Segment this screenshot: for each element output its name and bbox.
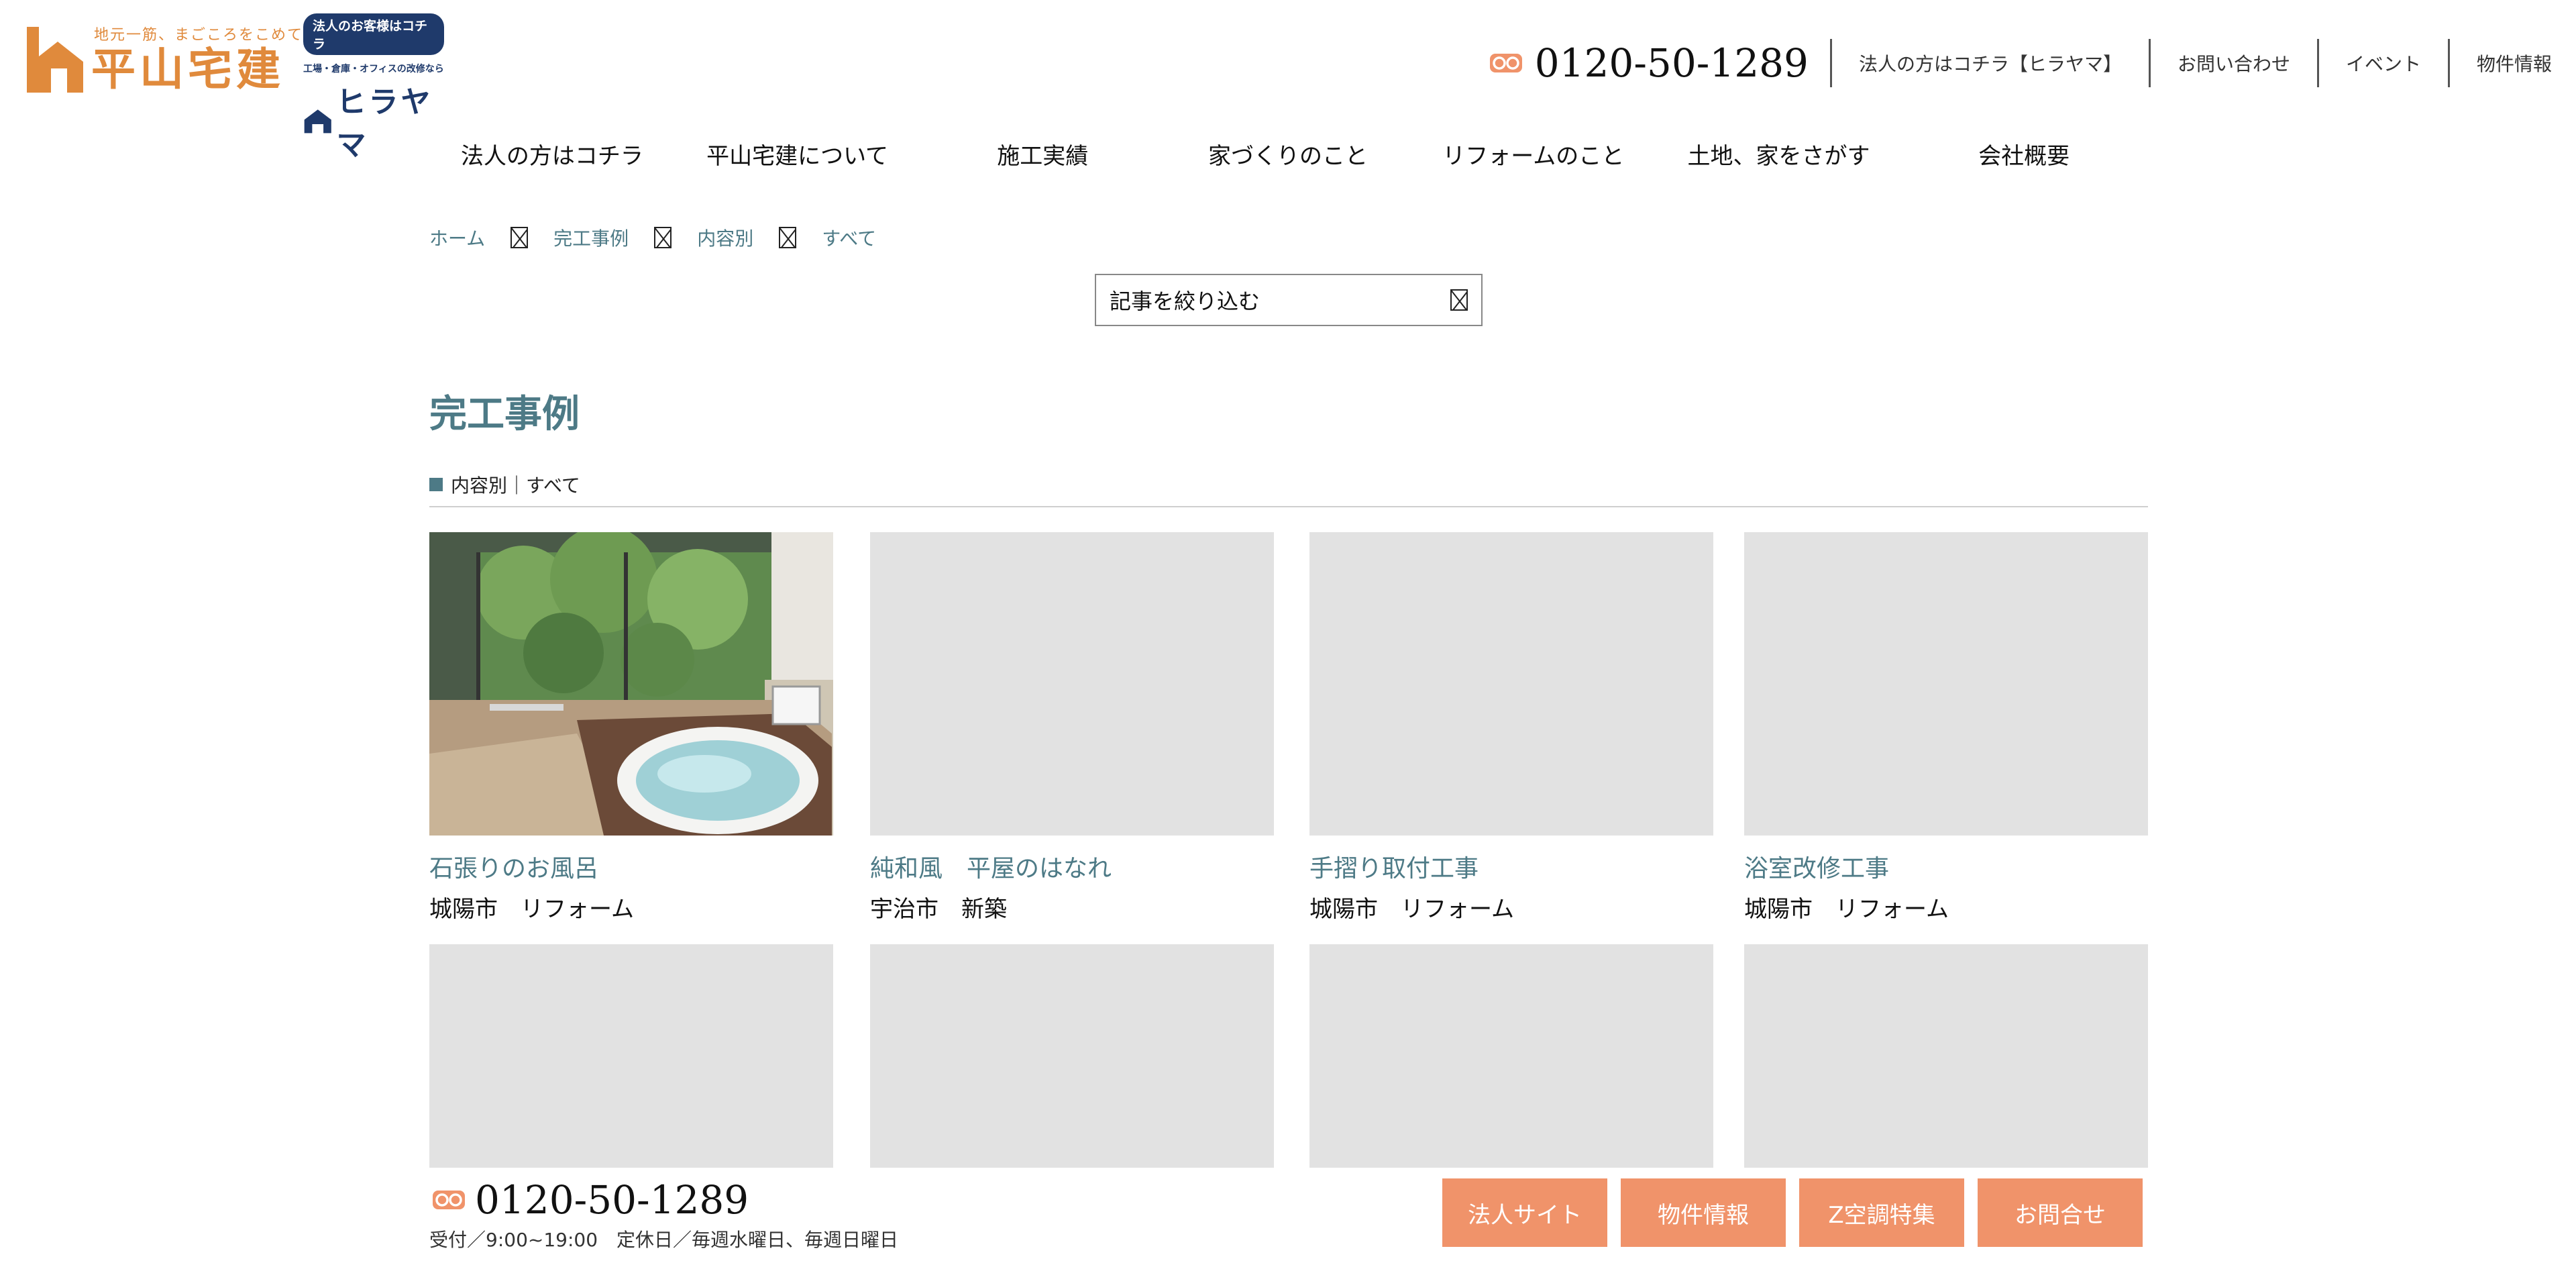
breadcrumb-all[interactable]: すべて xyxy=(822,224,876,251)
fixed-contact-bar: 0120-50-1289 受付／9:00~19:00 定休日／毎週水曜日、毎週日… xyxy=(0,1168,2576,1263)
header-link-event[interactable]: イベント xyxy=(2316,39,2448,87)
corporate-logo-link[interactable]: 法人のお客様はコチラ 工場・倉庫・オフィスの改修なら ヒラヤマ xyxy=(303,13,444,164)
site-logo[interactable]: 地元一筋、まごころをこめて 平山宅建 xyxy=(24,20,303,95)
work-card-meta: 宇治市 新築 xyxy=(870,896,1007,923)
logo-name: 平山宅建 xyxy=(91,44,284,95)
header-link-property[interactable]: 物件情報 xyxy=(2447,39,2563,87)
footer-phone[interactable]: 0120-50-1289 xyxy=(432,1177,749,1223)
z-aircon-button[interactable]: Z空調特集 xyxy=(1799,1178,1964,1247)
nav-item-works[interactable]: 施工実績 xyxy=(920,138,1165,170)
footer-phone-number: 0120-50-1289 xyxy=(475,1177,749,1223)
corporate-badge: 法人のお客様はコチラ xyxy=(303,13,444,55)
breadcrumb: ホーム 完工事例 内容別 すべて xyxy=(429,224,876,251)
work-card[interactable]: 浴室改修工事 城陽市 リフォーム xyxy=(1744,532,2148,923)
work-card-title: 純和風 平屋のはなれ xyxy=(870,855,1112,882)
nav-item-corporate[interactable]: 法人の方はコチラ xyxy=(429,138,675,170)
section-heading-text: 内容別｜すべて xyxy=(451,474,580,497)
work-card-placeholder xyxy=(1309,532,1713,836)
filter-label: 記事を絞り込む xyxy=(1110,289,1260,314)
breadcrumb-works[interactable]: 完工事例 xyxy=(553,224,629,251)
corporate-name: ヒラヤマ xyxy=(336,85,433,162)
nav-item-land-search[interactable]: 土地、家をさがす xyxy=(1656,138,1902,170)
cta-buttons: 法人サイト 物件情報 Z空調特集 お問合せ xyxy=(1442,1178,2156,1247)
bathroom-photo-image xyxy=(429,532,833,836)
work-card-meta: 城陽市 リフォーム xyxy=(429,896,634,923)
header-utility: 0120-50-1289 法人の方はコチラ【ヒラヤマ】 お問い合わせ イベント … xyxy=(1489,39,2563,87)
freedial-icon xyxy=(1489,54,1522,72)
work-card-title: 手摺り取付工事 xyxy=(1309,855,1479,882)
header-phone-number: 0120-50-1289 xyxy=(1534,40,1809,86)
nav-item-company[interactable]: 会社概要 xyxy=(1901,138,2147,170)
missing-glyph-icon xyxy=(779,227,797,248)
corporate-site-button[interactable]: 法人サイト xyxy=(1442,1178,1607,1247)
header-link-contact[interactable]: お問い合わせ xyxy=(2148,39,2317,87)
corporate-house-icon xyxy=(304,109,331,134)
work-card-title: 石張りのお風呂 xyxy=(429,855,599,882)
work-card[interactable]: 手摺り取付工事 城陽市 リフォーム xyxy=(1309,532,1713,923)
missing-glyph-icon xyxy=(511,227,529,248)
work-card-meta: 城陽市 リフォーム xyxy=(1744,896,1949,923)
house-logo-icon xyxy=(27,27,83,93)
missing-glyph-icon xyxy=(1450,289,1468,311)
business-hours: 受付／9:00~19:00 定休日／毎週水曜日、毎週日曜日 xyxy=(429,1229,899,1251)
breadcrumb-home[interactable]: ホーム xyxy=(429,224,485,251)
header-phone[interactable]: 0120-50-1289 xyxy=(1489,40,1830,86)
logo-tagline: 地元一筋、まごころをこめて xyxy=(94,27,304,44)
missing-glyph-icon xyxy=(654,227,672,248)
work-card[interactable]: 石張りのお風呂 城陽市 リフォーム xyxy=(429,532,833,923)
article-filter-select[interactable]: 記事を絞り込む xyxy=(1095,274,1483,326)
work-card-placeholder xyxy=(1744,532,2148,836)
square-bullet-icon xyxy=(429,478,443,491)
work-card-title: 浴室改修工事 xyxy=(1744,855,1890,882)
nav-item-house-building[interactable]: 家づくりのこと xyxy=(1165,138,1411,170)
work-card-meta: 城陽市 リフォーム xyxy=(1309,896,1514,923)
work-card[interactable]: 純和風 平屋のはなれ 宇治市 新築 xyxy=(870,532,1274,923)
freedial-icon xyxy=(433,1191,465,1209)
breadcrumb-by-content[interactable]: 内容別 xyxy=(697,224,753,251)
header-link-corporate[interactable]: 法人の方はコチラ【ヒラヤマ】 xyxy=(1829,39,2149,87)
nav-item-reform[interactable]: リフォームのこと xyxy=(1411,138,1656,170)
work-card-photo xyxy=(429,532,833,836)
work-card-placeholder xyxy=(870,532,1274,836)
corporate-subtitle: 工場・倉庫・オフィスの改修なら xyxy=(303,64,444,74)
section-heading: 内容別｜すべて xyxy=(429,471,2148,507)
property-info-button[interactable]: 物件情報 xyxy=(1621,1178,1786,1247)
global-nav: 法人の方はコチラ 平山宅建について 施工実績 家づくりのこと リフォームのこと … xyxy=(429,138,2147,170)
contact-button[interactable]: お問合せ xyxy=(1978,1178,2143,1247)
nav-item-about[interactable]: 平山宅建について xyxy=(675,138,920,170)
page-title: 完工事例 xyxy=(429,393,580,436)
